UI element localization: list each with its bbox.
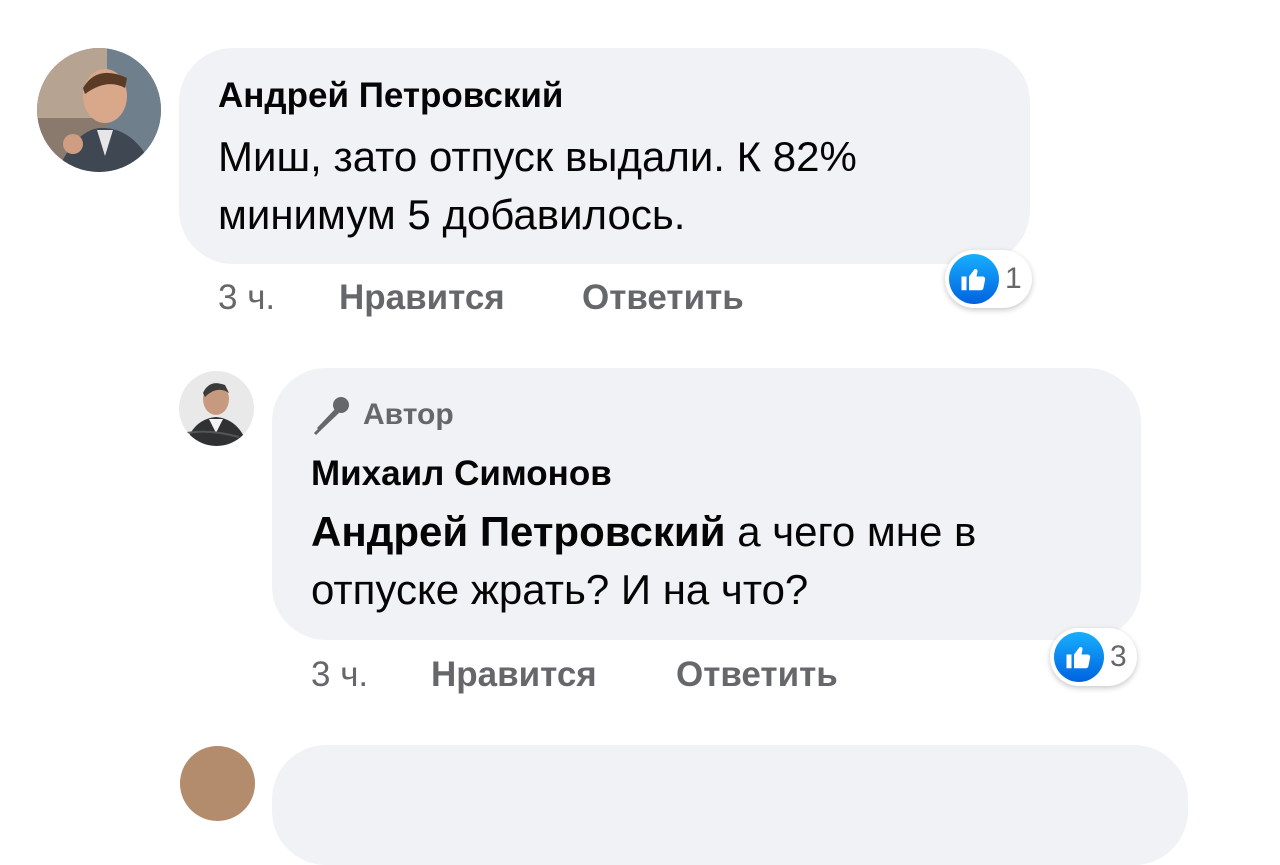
reply-link[interactable]: Ответить (582, 278, 744, 318)
author-badge-label: Автор (363, 398, 454, 431)
avatar-mikhail[interactable] (179, 371, 254, 446)
reply-text: Андрей Петровский а чего мне в отпуске ж… (311, 503, 1121, 619)
like-link[interactable]: Нравится (339, 278, 505, 318)
comment-text: Миш, зато отпуск выдали. К 82% минимум 5… (218, 133, 857, 238)
avatar-next-comment[interactable] (180, 746, 255, 821)
microphone-icon (311, 394, 353, 436)
thumbs-up-icon (949, 254, 999, 304)
mention-link[interactable]: Андрей Петровский (311, 508, 726, 555)
avatar-andrey[interactable] (37, 48, 161, 172)
comment-author[interactable]: Андрей Петровский (218, 76, 563, 116)
reaction-summary[interactable]: 1 (945, 250, 1032, 308)
reply-author[interactable]: Михаил Симонов (311, 454, 612, 494)
avatar-photo (37, 48, 161, 172)
avatar-photo (179, 371, 254, 446)
next-comment-bubble (272, 745, 1188, 865)
reaction-count: 1 (1005, 262, 1022, 295)
comment-time[interactable]: 3 ч. (218, 278, 275, 318)
reply-like-link[interactable]: Нравится (431, 655, 597, 695)
reply-reaction-summary[interactable]: 3 (1050, 628, 1137, 686)
reply-time[interactable]: 3 ч. (311, 655, 368, 695)
author-badge: Автор (311, 394, 454, 436)
reply-reply-link[interactable]: Ответить (676, 655, 838, 695)
thumbs-up-icon (1054, 632, 1104, 682)
reply-reaction-count: 3 (1110, 640, 1127, 673)
